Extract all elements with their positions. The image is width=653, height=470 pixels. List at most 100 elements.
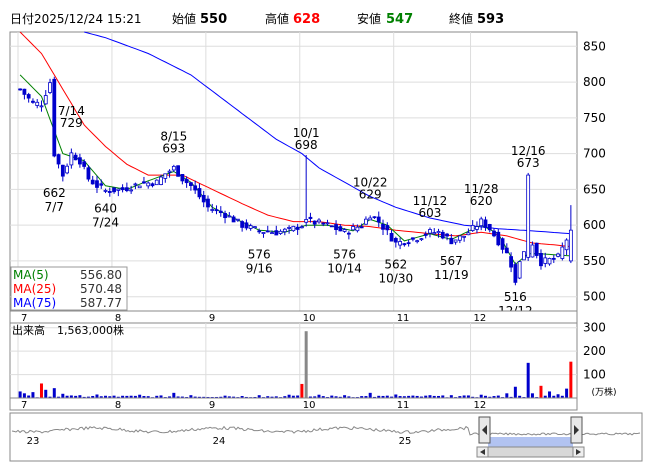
- legend-value: 556.80: [80, 268, 122, 282]
- open-value: 550: [200, 12, 227, 27]
- candle-body: [398, 241, 402, 246]
- volume-bar: [548, 391, 552, 398]
- low-value: 547: [386, 12, 413, 27]
- volume-bar: [526, 362, 530, 398]
- candle-body: [261, 232, 266, 234]
- volume-panel: 100 200 300 出来高 1,563,000株 (万株): [9, 321, 617, 399]
- price-tick-label: 550: [583, 254, 606, 268]
- candle-body: [133, 183, 138, 186]
- candle-body: [376, 216, 381, 223]
- candle-body: [240, 221, 245, 228]
- annotation-value: 576: [248, 247, 271, 261]
- candle-body: [248, 225, 253, 229]
- legend-label: MA(75): [13, 296, 56, 310]
- annotation-date: 9/16: [246, 261, 273, 275]
- candle-body: [107, 191, 112, 193]
- volume-bar: [95, 394, 99, 398]
- candle-body: [564, 239, 569, 251]
- candle-body: [137, 185, 142, 189]
- navigator-scroll-thumb[interactable]: [487, 446, 574, 458]
- candle-body: [329, 225, 334, 228]
- candle-body: [530, 244, 535, 258]
- candle-body: [120, 187, 125, 191]
- candle: [526, 172, 531, 261]
- date-label: 日付: [10, 12, 34, 26]
- annotation-date: 10/14: [327, 261, 362, 275]
- candle-body: [95, 180, 99, 188]
- low-label: 安値: [357, 11, 381, 26]
- candle-body: [492, 230, 496, 237]
- annotation-value: 567: [440, 254, 463, 268]
- volume-tick-label: 200: [583, 344, 606, 358]
- candle-body: [274, 230, 279, 236]
- volume-value: 1,563,000株: [57, 323, 124, 337]
- legend-value: 587.77: [80, 296, 122, 310]
- navigator-scrollbar[interactable]: [476, 446, 585, 458]
- candle-body: [150, 183, 155, 187]
- price-tick-label: 800: [583, 75, 606, 89]
- annotation-value: 662: [43, 186, 66, 200]
- volume-bar: [539, 385, 543, 398]
- candle: [86, 165, 91, 182]
- volume-bar: [52, 388, 56, 398]
- annotation-value: 603: [419, 206, 442, 220]
- candle-body: [334, 224, 338, 231]
- candle-body: [308, 216, 313, 219]
- price-tick-label: 650: [583, 182, 606, 196]
- candle-body: [389, 232, 394, 242]
- month-label-2: 11: [397, 400, 410, 411]
- candle-body: [265, 230, 270, 233]
- volume-bar: [530, 393, 534, 398]
- candle-body: [440, 231, 445, 239]
- candle-body: [180, 174, 185, 182]
- candle-body: [22, 88, 27, 95]
- candle-body: [18, 88, 23, 91]
- month-label-2: 7: [21, 400, 27, 411]
- range-navigator[interactable]: 23 24 25: [9, 412, 643, 462]
- candle-body: [415, 240, 420, 243]
- candle-body: [60, 164, 65, 177]
- candle-body: [568, 229, 573, 262]
- volume-bar: [44, 389, 48, 398]
- candle-body: [193, 185, 198, 191]
- candle-body: [201, 194, 206, 203]
- volume-bar: [505, 393, 509, 398]
- candle-body: [364, 218, 368, 225]
- candle-body: [291, 225, 296, 232]
- annotation-date: 7/7: [45, 200, 64, 214]
- candle-body: [218, 210, 223, 214]
- candle-body: [214, 209, 219, 212]
- candle-body: [86, 167, 91, 180]
- navigator-handle-left[interactable]: [478, 416, 491, 444]
- volume-bar: [565, 388, 569, 398]
- annotation-value: 620: [470, 194, 493, 208]
- annotation-date: 7/24: [92, 216, 119, 230]
- candle-body: [300, 226, 304, 229]
- legend-label: MA(25): [13, 282, 56, 296]
- annotation-value: 693: [162, 142, 185, 156]
- candle-body: [432, 232, 437, 235]
- candle-body: [419, 238, 424, 241]
- candle-body: [171, 165, 176, 171]
- candle-body: [197, 188, 202, 198]
- candle-body: [257, 230, 262, 233]
- high-label: 高値: [265, 11, 289, 26]
- volume-bar: [300, 383, 304, 398]
- month-label: 11: [397, 313, 410, 324]
- navigator-handle-right[interactable]: [570, 416, 583, 444]
- candle-body: [372, 216, 377, 219]
- candle-body: [56, 154, 61, 165]
- candle-body: [39, 105, 44, 108]
- candle-body: [483, 219, 488, 228]
- month-label-2: 12: [474, 400, 487, 411]
- volume-unit: (万株): [591, 386, 616, 398]
- candle-body: [231, 216, 236, 223]
- candle-body: [346, 232, 351, 235]
- annotation-9-16: 5769/16: [246, 247, 273, 275]
- navigator-selection[interactable]: [488, 437, 573, 448]
- candle-body: [312, 220, 317, 225]
- close-value: 593: [477, 12, 504, 27]
- candle-body: [124, 187, 129, 192]
- annotation-10-1: 10/1698: [293, 126, 320, 152]
- candle: [513, 262, 518, 286]
